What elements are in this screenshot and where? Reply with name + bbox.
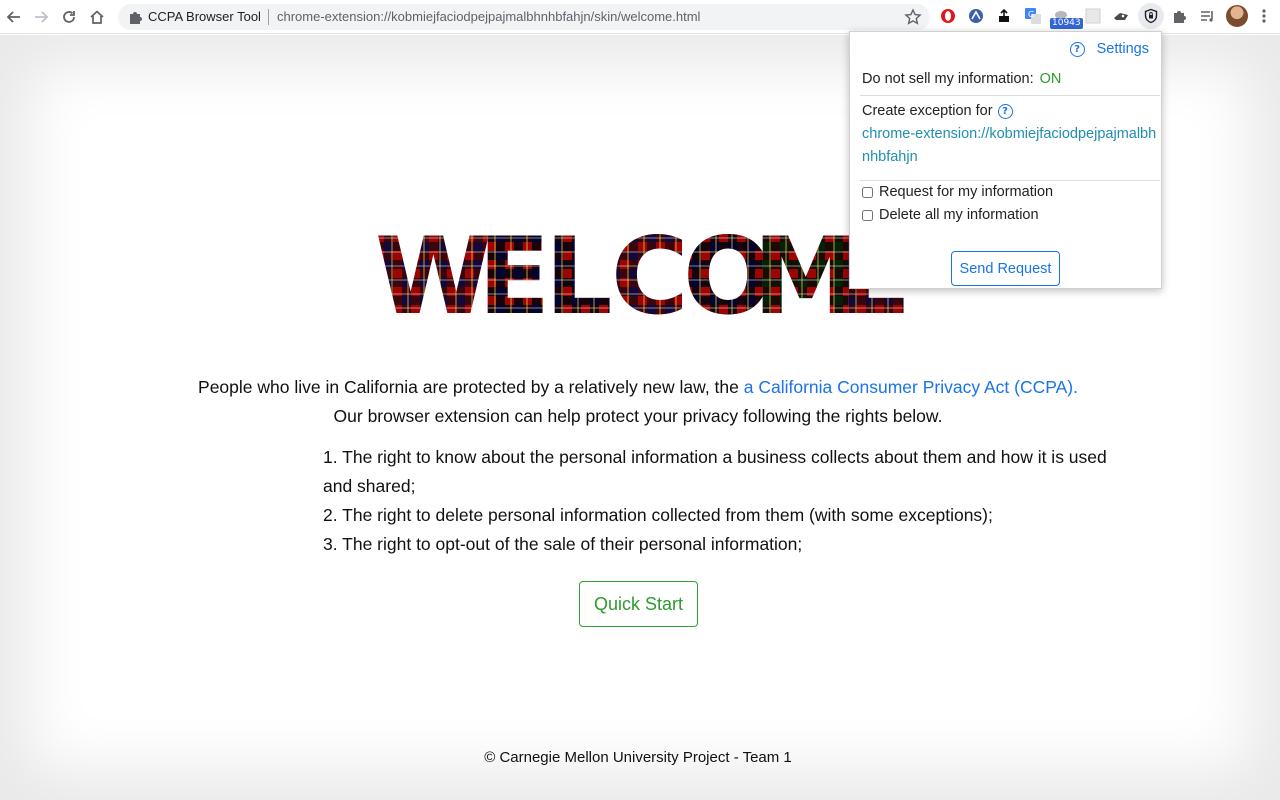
rights-item: 1. The right to know about the personal … [323,447,1107,496]
delete-info-checkbox[interactable] [862,209,873,221]
star-icon[interactable] [904,8,922,26]
forward-arrow-icon[interactable] [29,5,53,29]
welcome-letter: C [611,215,689,338]
welcome-letter: E [478,215,551,338]
exception-row: Create exception for ? [862,103,1013,119]
ghost-icon[interactable] [1112,7,1130,25]
more-icon[interactable] [1256,7,1272,25]
exception-label: Create exception for [862,103,993,119]
shield-icon[interactable] [1142,7,1160,25]
welcome-letter: L [545,215,613,338]
extension-popup: ? Settings Do not sell my information: ON… [849,31,1162,289]
puzzle-icon [127,9,143,25]
home-icon[interactable] [85,5,109,29]
translate-icon[interactable]: G [1024,7,1042,25]
omnibox-url[interactable]: chrome-extension://kobmiejfaciodpejpajma… [277,9,700,24]
request-info-label: Request for my information [879,184,1054,200]
welcome-letter: W [375,215,492,338]
do-not-sell-label: Do not sell my information: [862,71,1034,87]
divider [860,180,1160,181]
do-not-sell-status: Do not sell my information: ON [862,71,1061,87]
placeholder-extension-icon[interactable] [1084,7,1102,25]
welcome-heading: W E L C O M E [375,215,912,338]
address-bar[interactable]: CCPA Browser Tool chrome-extension://kob… [118,4,930,30]
intro-line-2: Our browser extension can help protect y… [333,406,943,426]
rights-list: 1. The right to know about the personal … [323,443,1133,559]
upload-icon[interactable] [995,7,1013,25]
divider [860,95,1160,96]
svg-text:G: G [1028,10,1034,19]
send-request-button[interactable]: Send Request [951,251,1060,286]
ccpa-link[interactable]: a California Consumer Privacy Act (CCPA)… [744,377,1078,397]
request-info-checkbox[interactable] [862,186,873,198]
settings-link[interactable]: Settings [1097,41,1149,57]
intro-text: People who live in California are protec… [0,373,1276,431]
delete-info-label: Delete all my information [879,207,1039,223]
omnibox-site-name: CCPA Browser Tool [148,9,261,24]
extension-badge: 10943 [1050,18,1083,29]
intro-line-1: People who live in California are protec… [0,373,1276,402]
omnibox-separator [268,9,269,25]
rights-item: 2. The right to delete personal informat… [323,505,993,525]
profile-avatar[interactable] [1226,5,1248,27]
help-icon[interactable]: ? [1069,41,1085,57]
intro-line-1-text: People who live in California are protec… [198,377,744,397]
opera-icon[interactable] [939,7,957,25]
nordvpn-icon[interactable] [967,7,985,25]
delete-info-option[interactable]: Delete all my information [862,207,1039,223]
extensions-icon[interactable] [1170,7,1188,25]
exception-url-link[interactable]: chrome-extension://kobmiejfaciodpejpajma… [862,123,1162,169]
back-arrow-icon[interactable] [2,5,26,29]
quick-start-button[interactable]: Quick Start [579,581,698,627]
reload-icon[interactable] [57,5,81,29]
do-not-sell-value[interactable]: ON [1040,71,1062,87]
request-info-option[interactable]: Request for my information [862,184,1053,200]
browser-toolbar: CCPA Browser Tool chrome-extension://kob… [0,0,1280,34]
help-icon[interactable]: ? [997,103,1013,119]
footer-text: © Carnegie Mellon University Project - T… [484,749,792,766]
media-queue-icon[interactable] [1198,7,1216,25]
rights-item: 3. The right to opt-out of the sale of t… [323,534,803,554]
settings-row: ? Settings [1069,41,1149,57]
